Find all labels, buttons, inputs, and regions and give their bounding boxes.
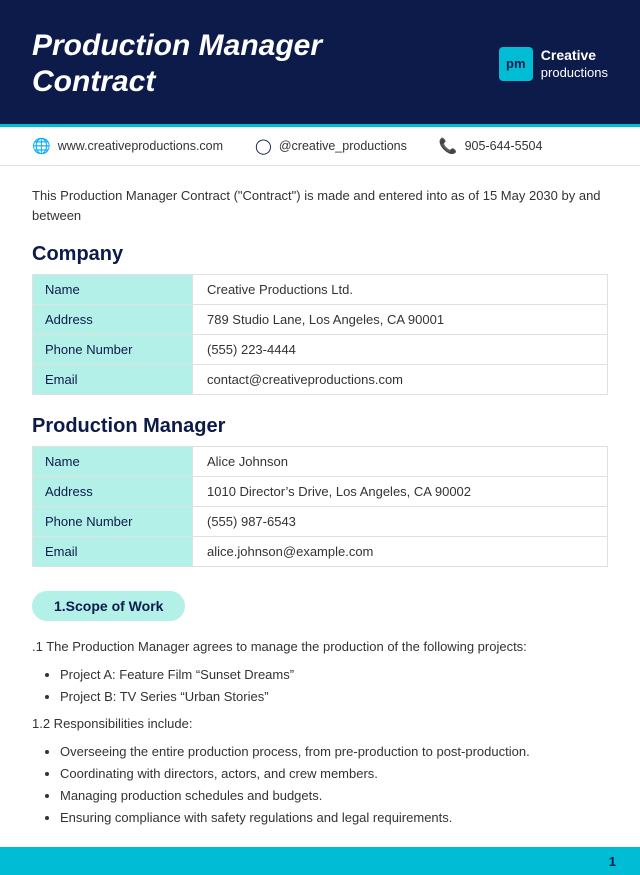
phone-icon: 📞 — [439, 137, 458, 155]
logo: pm Creative productions — [499, 46, 608, 81]
list-item: Overseeing the entire production process… — [60, 741, 608, 763]
field-value: (555) 223-4444 — [193, 335, 608, 365]
globe-icon: 🌐 — [32, 137, 51, 155]
page-header: Production Manager Contract pm Creative … — [0, 0, 640, 124]
logo-text: Creative productions — [541, 46, 608, 81]
company-table: NameCreative Productions Ltd.Address789 … — [32, 274, 608, 395]
field-label: Email — [33, 537, 193, 567]
scope-para2: 1.2 Responsibilities include: — [32, 714, 608, 735]
phone-contact: 📞 905-644-5504 — [439, 137, 543, 155]
manager-table: NameAlice JohnsonAddress1010 Director’s … — [32, 446, 608, 567]
field-value: 1010 Director’s Drive, Los Angeles, CA 9… — [193, 477, 608, 507]
page-footer: 1 — [0, 847, 640, 875]
list-item: Project A: Feature Film “Sunset Dreams” — [60, 664, 608, 686]
field-value: contact@creativeproductions.com — [193, 365, 608, 395]
table-row: NameCreative Productions Ltd. — [33, 275, 608, 305]
logo-icon: pm — [499, 47, 533, 81]
page-number: 1 — [609, 854, 616, 869]
field-label: Name — [33, 447, 193, 477]
table-row: Address789 Studio Lane, Los Angeles, CA … — [33, 305, 608, 335]
table-row: Emailcontact@creativeproductions.com — [33, 365, 608, 395]
list-item: Managing production schedules and budget… — [60, 785, 608, 807]
projects-list: Project A: Feature Film “Sunset Dreams”P… — [60, 664, 608, 708]
field-value: (555) 987-6543 — [193, 507, 608, 537]
scope-badge: 1.Scope of Work — [32, 591, 185, 621]
list-item: Coordinating with directors, actors, and… — [60, 763, 608, 785]
contact-bar: 🌐 www.creativeproductions.com ◯ @creativ… — [0, 124, 640, 166]
field-label: Address — [33, 477, 193, 507]
table-row: Emailalice.johnson@example.com — [33, 537, 608, 567]
list-item: Ensuring compliance with safety regulati… — [60, 807, 608, 829]
table-row: Phone Number(555) 987-6543 — [33, 507, 608, 537]
manager-heading: Production Manager — [32, 415, 608, 438]
field-label: Phone Number — [33, 507, 193, 537]
responsibilities-list: Overseeing the entire production process… — [60, 741, 608, 829]
field-value: alice.johnson@example.com — [193, 537, 608, 567]
field-label: Email — [33, 365, 193, 395]
main-content: This Production Manager Contract ("Contr… — [0, 166, 640, 875]
table-row: NameAlice Johnson — [33, 447, 608, 477]
table-row: Address1010 Director’s Drive, Los Angele… — [33, 477, 608, 507]
website-contact: 🌐 www.creativeproductions.com — [32, 137, 223, 155]
instagram-icon: ◯ — [255, 137, 272, 155]
field-label: Name — [33, 275, 193, 305]
company-heading: Company — [32, 243, 608, 266]
scope-para1: .1 The Production Manager agrees to mana… — [32, 637, 608, 658]
field-value: Creative Productions Ltd. — [193, 275, 608, 305]
list-item: Project B: TV Series “Urban Stories” — [60, 686, 608, 708]
document-title: Production Manager Contract — [32, 28, 392, 100]
intro-text: This Production Manager Contract ("Contr… — [32, 186, 608, 225]
instagram-contact: ◯ @creative_productions — [255, 137, 407, 155]
field-value: Alice Johnson — [193, 447, 608, 477]
field-label: Address — [33, 305, 193, 335]
field-value: 789 Studio Lane, Los Angeles, CA 90001 — [193, 305, 608, 335]
field-label: Phone Number — [33, 335, 193, 365]
table-row: Phone Number(555) 223-4444 — [33, 335, 608, 365]
